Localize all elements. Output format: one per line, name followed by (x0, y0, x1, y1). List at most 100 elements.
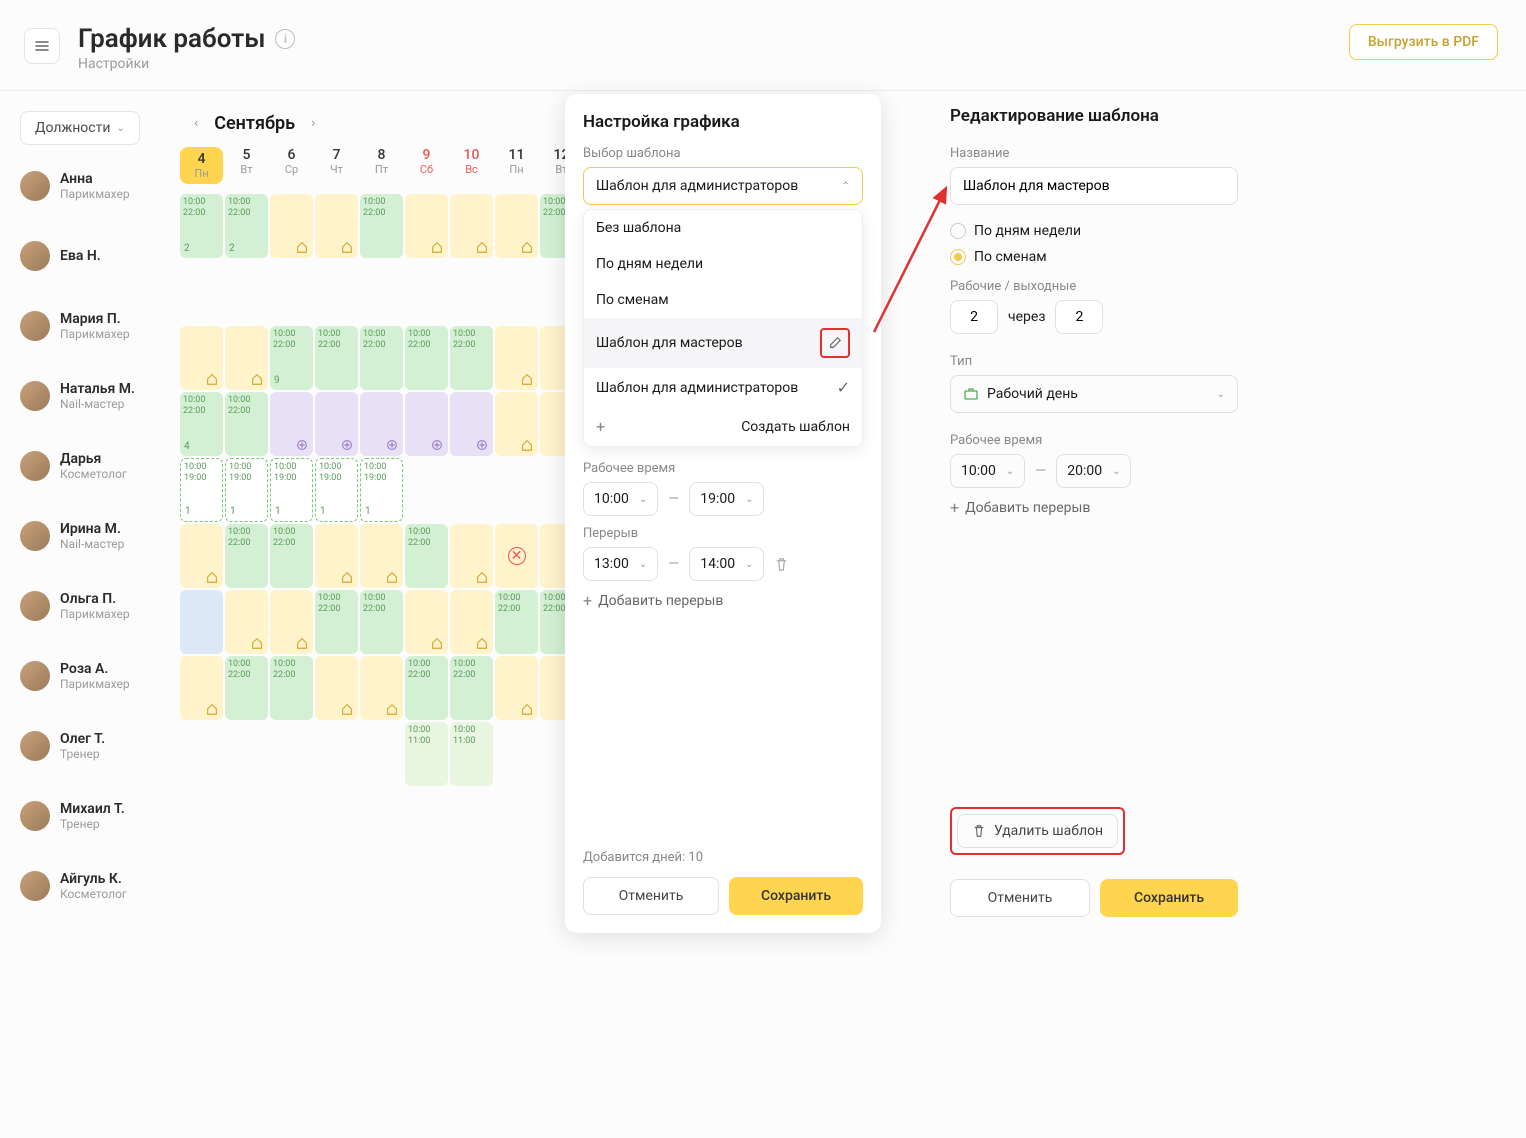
schedule-cell[interactable]: 10:0019:001 (180, 458, 223, 522)
schedule-cell[interactable]: 10:0022:00 (405, 524, 448, 588)
schedule-cell[interactable] (180, 854, 223, 918)
schedule-cell[interactable]: 10:0022:00 (270, 524, 313, 588)
template-option[interactable]: По дням недели (584, 246, 862, 282)
schedule-cell[interactable]: 10:0019:001 (225, 458, 268, 522)
cancel-button[interactable]: Отменить (950, 879, 1090, 917)
day-type-select[interactable]: Рабочий день ⌄ (950, 375, 1238, 413)
schedule-cell[interactable] (495, 260, 538, 324)
staff-row[interactable]: Наталья М.Nail-мастер (20, 381, 172, 411)
template-name-input[interactable] (950, 167, 1238, 205)
schedule-cell[interactable] (180, 656, 223, 720)
schedule-cell[interactable]: 10:0022:00 (360, 326, 403, 390)
template-option[interactable]: Шаблон для мастеров (584, 318, 862, 368)
break-to-select[interactable]: 14:00⌄ (689, 547, 764, 581)
schedule-cell[interactable]: 10:0022:00 (450, 656, 493, 720)
schedule-cell[interactable]: ✕ (495, 524, 538, 588)
schedule-cell[interactable]: 10:0019:001 (270, 458, 313, 522)
schedule-cell[interactable] (270, 392, 313, 456)
schedule-cell[interactable] (405, 392, 448, 456)
staff-row[interactable]: Ева Н. (20, 241, 172, 271)
add-break-button[interactable]: +Добавить перерыв (583, 591, 863, 610)
schedule-cell[interactable] (360, 788, 403, 852)
template-option[interactable]: Без шаблона (584, 210, 862, 246)
schedule-cell[interactable] (315, 392, 358, 456)
schedule-cell[interactable]: 10:0011:00 (450, 722, 493, 786)
schedule-cell[interactable] (360, 722, 403, 786)
schedule-cell[interactable] (495, 788, 538, 852)
schedule-cell[interactable] (180, 524, 223, 588)
edit-icon[interactable] (824, 332, 846, 354)
schedule-cell[interactable] (225, 722, 268, 786)
schedule-cell[interactable] (270, 590, 313, 654)
schedule-cell[interactable] (225, 788, 268, 852)
schedule-cell[interactable] (315, 656, 358, 720)
schedule-cell[interactable] (225, 590, 268, 654)
template-option[interactable]: Шаблон для администраторов ✓ (584, 368, 862, 407)
schedule-cell[interactable]: 10:0022:00 (315, 326, 358, 390)
day-header[interactable]: 5Вт (225, 147, 268, 184)
add-break-button[interactable]: +Добавить перерыв (950, 498, 1238, 517)
rest-days-input[interactable] (1055, 300, 1103, 334)
schedule-cell[interactable]: 10:0022:00 (225, 524, 268, 588)
schedule-cell[interactable]: 10:0022:00 (315, 590, 358, 654)
schedule-cell[interactable] (495, 722, 538, 786)
schedule-cell[interactable] (450, 788, 493, 852)
schedule-cell[interactable] (450, 524, 493, 588)
schedule-cell[interactable] (360, 854, 403, 918)
schedule-cell[interactable] (270, 260, 313, 324)
schedule-cell[interactable]: 10:0022:00 (360, 590, 403, 654)
schedule-cell[interactable]: 10:0022:00 (450, 326, 493, 390)
schedule-cell[interactable] (360, 260, 403, 324)
schedule-cell[interactable] (270, 854, 313, 918)
schedule-cell[interactable] (450, 854, 493, 918)
schedule-cell[interactable] (315, 788, 358, 852)
day-header[interactable]: 10Вс (450, 147, 493, 184)
schedule-cell[interactable] (360, 656, 403, 720)
schedule-cell[interactable] (405, 854, 448, 918)
schedule-cell[interactable] (225, 326, 268, 390)
day-header[interactable]: 9Сб (405, 147, 448, 184)
day-header[interactable]: 11Пн (495, 147, 538, 184)
schedule-cell[interactable] (405, 788, 448, 852)
delete-break-button[interactable] (774, 557, 789, 572)
delete-template-button[interactable]: Удалить шаблон (957, 814, 1118, 848)
schedule-cell[interactable] (270, 788, 313, 852)
work-from-select[interactable]: 10:00⌄ (583, 482, 658, 516)
schedule-cell[interactable] (450, 458, 493, 522)
schedule-cell[interactable]: 10:0022:00 (360, 194, 403, 258)
schedule-cell[interactable] (495, 194, 538, 258)
staff-row[interactable]: Ирина М.Nail-мастер (20, 521, 172, 551)
schedule-cell[interactable]: 10:0022:002 (180, 194, 223, 258)
save-button[interactable]: Сохранить (1100, 879, 1238, 917)
schedule-cell[interactable] (315, 722, 358, 786)
schedule-cell[interactable]: 10:0022:00 (405, 326, 448, 390)
schedule-cell[interactable] (315, 260, 358, 324)
schedule-cell[interactable]: 10:0022:00 (495, 590, 538, 654)
day-header[interactable]: 4Пн (180, 147, 223, 184)
schedule-cell[interactable] (360, 524, 403, 588)
positions-filter[interactable]: Должности⌄ (20, 111, 140, 145)
schedule-cell[interactable] (180, 326, 223, 390)
schedule-cell[interactable] (225, 260, 268, 324)
staff-row[interactable]: Олег Т.Тренер (20, 731, 172, 761)
schedule-cell[interactable] (405, 458, 448, 522)
schedule-cell[interactable]: 10:0019:001 (315, 458, 358, 522)
menu-button[interactable] (24, 28, 60, 64)
work-from-select[interactable]: 10:00⌄ (950, 454, 1025, 488)
schedule-cell[interactable]: 10:0022:00 (270, 656, 313, 720)
work-to-select[interactable]: 19:00⌄ (689, 482, 764, 516)
schedule-cell[interactable] (495, 656, 538, 720)
schedule-cell[interactable] (270, 722, 313, 786)
staff-row[interactable]: Айгуль К.Косметолог (20, 871, 172, 901)
schedule-cell[interactable] (450, 590, 493, 654)
prev-month-button[interactable]: ‹ (190, 111, 202, 135)
schedule-cell[interactable]: 10:0022:004 (180, 392, 223, 456)
schedule-cell[interactable] (315, 854, 358, 918)
schedule-cell[interactable]: 10:0022:00 (405, 656, 448, 720)
work-to-select[interactable]: 20:00⌄ (1056, 454, 1131, 488)
day-header[interactable]: 6Ср (270, 147, 313, 184)
schedule-cell[interactable]: 10:0019:001 (360, 458, 403, 522)
staff-row[interactable]: Мария П.Парикмахер (20, 311, 172, 341)
schedule-cell[interactable] (315, 194, 358, 258)
create-template-button[interactable]: + Создать шаблон (584, 407, 862, 446)
